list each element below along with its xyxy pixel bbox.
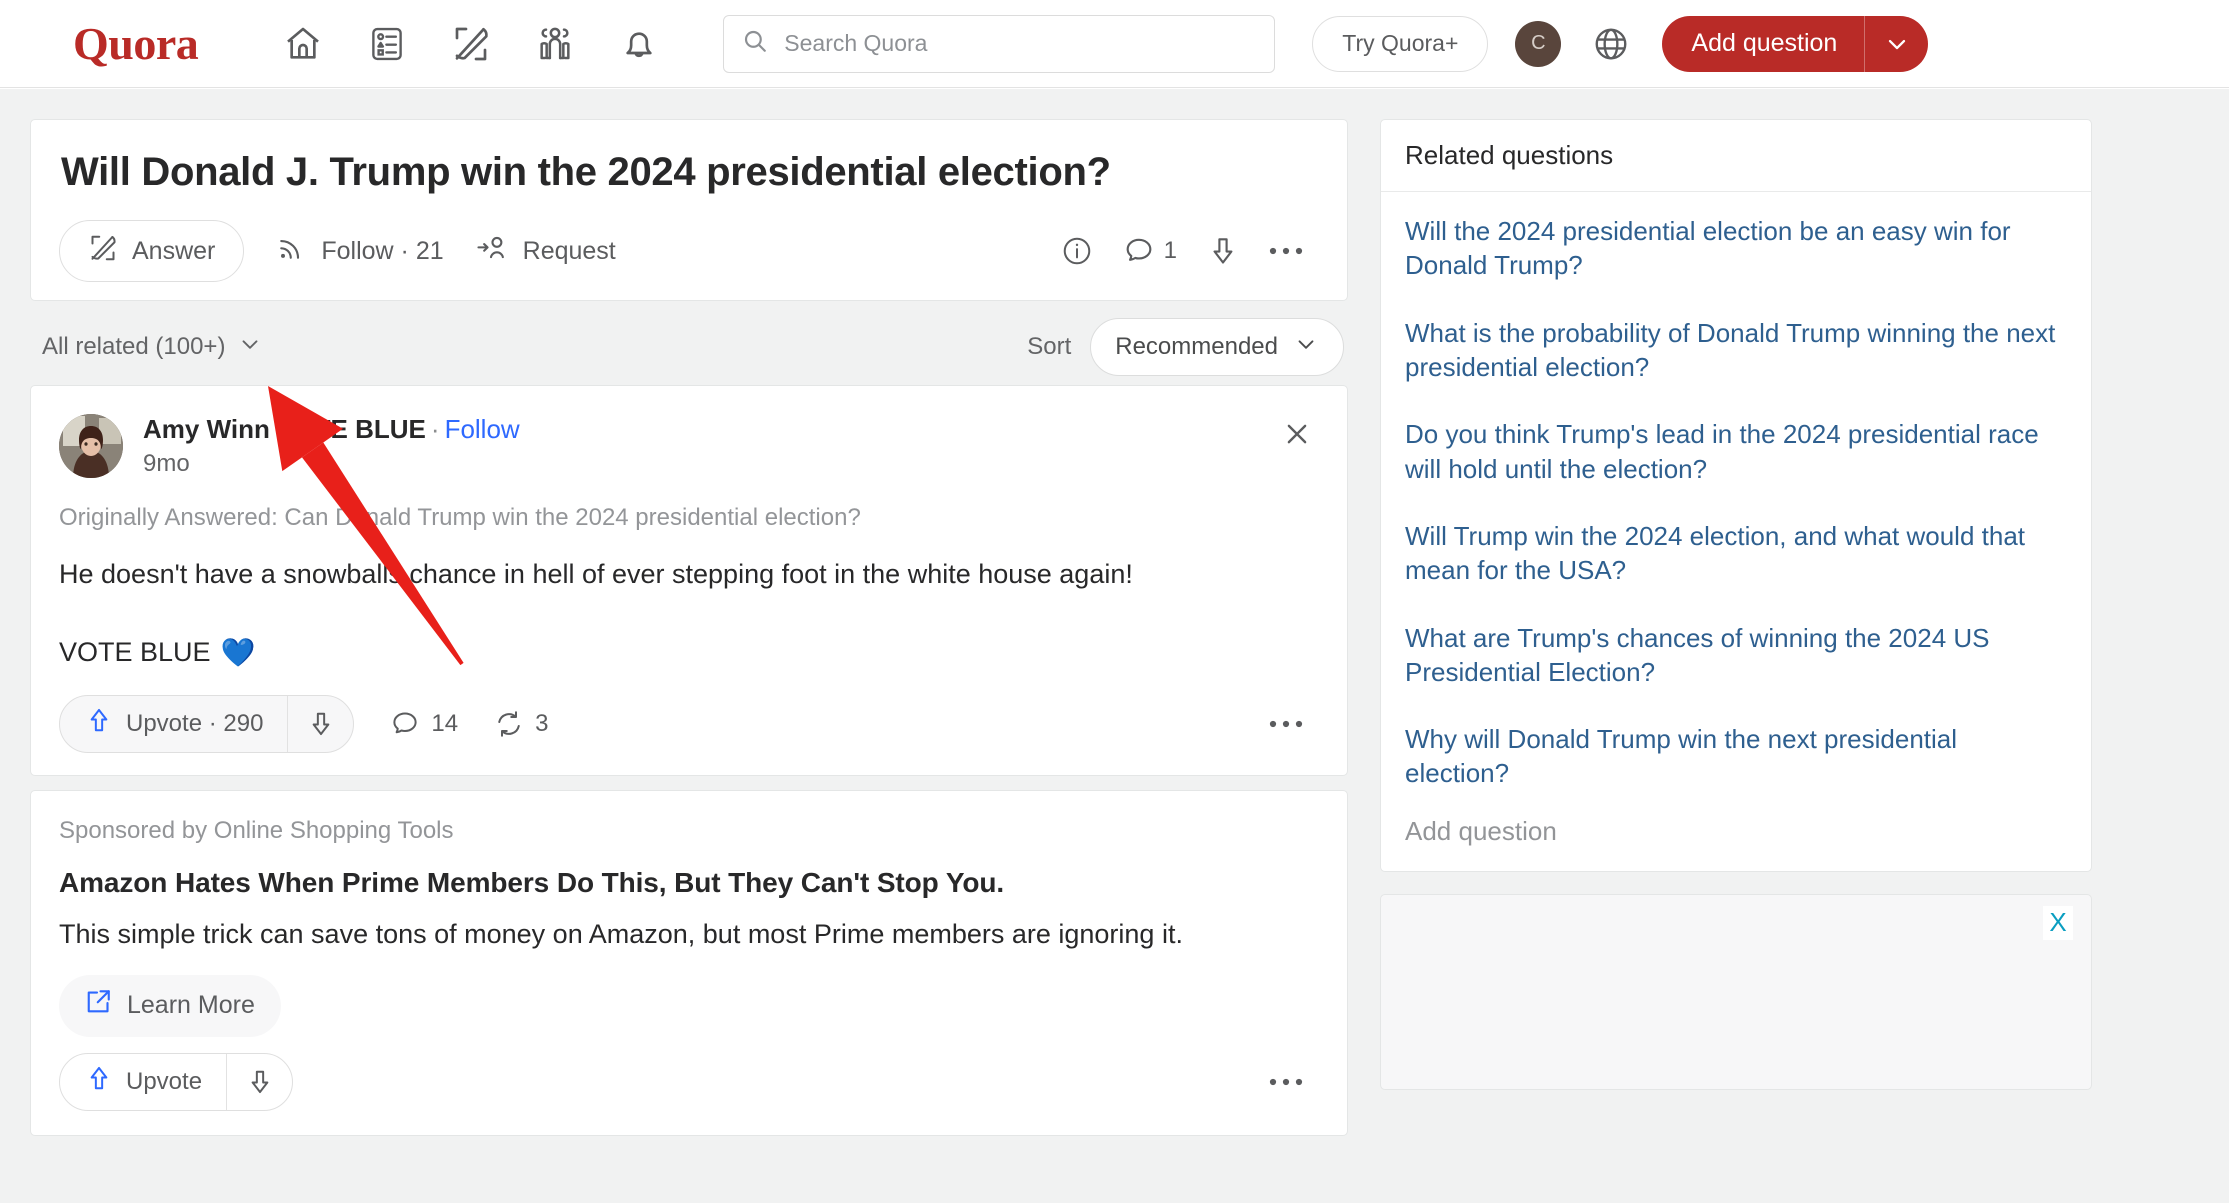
list-item[interactable]: Why will Donald Trump win the next presi… [1405, 722, 2067, 791]
site-header: Quora Search Quora Try Quora+ C Add ques… [0, 0, 2229, 88]
answer-comment-button[interactable]: 14 [390, 709, 458, 739]
upvote-arrow-icon [85, 1064, 113, 1099]
follow-button[interactable]: Follow · 21 [276, 233, 444, 270]
search-box[interactable] [723, 14, 1276, 73]
add-question-label: Add question [1691, 29, 1838, 57]
learn-more-button[interactable]: Learn More [59, 974, 281, 1037]
rss-follow-icon [276, 233, 306, 270]
ad-title[interactable]: Amazon Hates When Prime Members Do This,… [59, 867, 1319, 899]
search-icon [742, 28, 768, 59]
list-item[interactable]: Do you think Trump's lead in the 2024 pr… [1405, 417, 2067, 486]
filter-sort-row: All related (100+) Sort Recommended [30, 309, 1348, 385]
vote-group: Upvote · 290 [59, 694, 355, 753]
close-icon[interactable]: X [2043, 905, 2073, 940]
globe-icon[interactable] [1587, 20, 1635, 68]
answer-button[interactable]: Answer [59, 220, 245, 283]
page-title: Will Donald J. Trump win the 2024 presid… [61, 150, 1111, 194]
related-questions-card: Related questions Will the 2024 presiden… [1380, 119, 2092, 872]
list-item[interactable]: What is the probability of Donald Trump … [1405, 316, 2067, 385]
request-person-icon [476, 233, 508, 270]
author-separator: · [430, 414, 440, 445]
chevron-down-icon[interactable] [1864, 15, 1928, 72]
question-card: Will Donald J. Trump win the 2024 presid… [30, 119, 1348, 302]
ad-upvote-label: Upvote [126, 1067, 203, 1095]
add-question-button[interactable]: Add question [1662, 15, 1929, 72]
quora-logo[interactable]: Quora [73, 20, 199, 67]
chevron-down-icon [1293, 331, 1319, 364]
external-link-icon [83, 987, 113, 1024]
try-quora-plus-button[interactable]: Try Quora+ [1312, 15, 1489, 72]
upvote-label: Upvote · 290 [126, 709, 264, 737]
close-icon[interactable] [1275, 412, 1319, 456]
related-questions-title: Related questions [1381, 120, 2091, 192]
list-item[interactable]: Will Trump win the 2024 election, and wh… [1405, 519, 2067, 588]
avatar[interactable]: C [1515, 20, 1562, 67]
answer-button-label: Answer [132, 236, 216, 265]
answer-signature: VOTE BLUE 💙 [59, 636, 1319, 669]
blue-heart-icon: 💙 [220, 636, 256, 668]
author-follow-link[interactable]: Follow [445, 414, 520, 444]
ad-downvote-button[interactable] [226, 1053, 292, 1110]
request-button-label: Request [522, 236, 616, 265]
list-item[interactable]: Will the 2024 presidential election be a… [1405, 214, 2067, 283]
primary-nav [261, 16, 681, 72]
ad-more-options-icon[interactable] [1269, 1077, 1319, 1087]
related-questions-list: Will the 2024 presidential election be a… [1381, 192, 2091, 871]
question-secondary-actions: 1 [1061, 235, 1319, 267]
ad-upvote-button[interactable]: Upvote [60, 1054, 226, 1110]
answer-pencil-icon [88, 233, 118, 270]
chevron-down-icon [237, 331, 263, 364]
ad-action-bar: Upvote [59, 1052, 1319, 1111]
answer-header: Amy Winn VOTE BLUE · Follow 9mo [59, 412, 1319, 479]
ad-sponsor-label: Sponsored by Online Shopping Tools [59, 816, 454, 844]
notifications-bell-icon[interactable] [597, 16, 681, 72]
answer-comment-count: 14 [431, 709, 459, 737]
answer-action-bar: Upvote · 290 14 3 [59, 694, 1319, 753]
answer-card: Amy Winn VOTE BLUE · Follow 9mo Originally… [30, 385, 1348, 776]
author-name[interactable]: Amy Winn VOTE BLUE [143, 414, 426, 444]
sort-label: Sort [1027, 333, 1072, 361]
sort-value: Recommended [1115, 333, 1278, 361]
sort-controls: Sort Recommended [1027, 318, 1344, 377]
all-related-label: All related (100+) [42, 333, 226, 361]
sidebar: Related questions Will the 2024 presiden… [1380, 119, 2092, 1090]
sponsored-ad-card: Sponsored by Online Shopping Tools Amazo… [30, 789, 1348, 1136]
sidebar-add-question-button[interactable]: Add question [1405, 816, 2067, 847]
question-action-bar: Answer Follow · 21 Request 1 [59, 220, 1319, 283]
learn-more-label: Learn More [127, 991, 255, 1020]
upvote-arrow-icon [85, 706, 113, 741]
sort-dropdown[interactable]: Recommended [1090, 318, 1344, 377]
page-body: Will Donald J. Trump win the 2024 presid… [0, 89, 2229, 1203]
info-icon[interactable] [1061, 235, 1093, 267]
search-input[interactable] [782, 29, 1257, 58]
spaces-icon[interactable] [513, 16, 597, 72]
answer-pencil-icon[interactable] [429, 16, 513, 72]
more-options-icon[interactable] [1269, 246, 1303, 256]
main-column: Will Donald J. Trump win the 2024 presid… [30, 119, 1348, 1136]
follow-button-label: Follow · 21 [321, 236, 444, 265]
ad-vote-group: Upvote [59, 1052, 294, 1111]
originally-answered-note: Originally Answered: Can Donald Trump wi… [59, 504, 861, 532]
downvote-icon[interactable] [1207, 235, 1239, 267]
home-icon[interactable] [261, 16, 345, 72]
all-related-dropdown[interactable]: All related (100+) [42, 331, 263, 364]
author-meta: Amy Winn VOTE BLUE · Follow 9mo [143, 412, 520, 478]
author-avatar[interactable] [59, 414, 123, 479]
answer-share-count: 3 [535, 709, 549, 737]
answer-share-button[interactable]: 3 [494, 709, 548, 739]
ad-description: This simple trick can save tons of money… [59, 918, 1183, 949]
comment-button[interactable]: 1 [1123, 235, 1177, 267]
request-button[interactable]: Request [476, 233, 616, 270]
downvote-button[interactable] [287, 695, 353, 752]
following-list-icon[interactable] [345, 16, 429, 72]
upvote-button[interactable]: Upvote · 290 [60, 696, 287, 752]
list-item[interactable]: What are Trump's chances of winning the … [1405, 621, 2067, 690]
answer-signature-text: VOTE BLUE [59, 636, 211, 667]
answer-timestamp: 9mo [143, 449, 190, 477]
comment-count: 1 [1163, 237, 1177, 265]
author-line: Amy Winn VOTE BLUE · Follow [143, 413, 520, 446]
answer-more-options-icon[interactable] [1269, 719, 1319, 729]
answer-body-text: He doesn't have a snowballs chance in he… [59, 559, 1133, 590]
sidebar-ad-placeholder: X [1380, 893, 2092, 1090]
